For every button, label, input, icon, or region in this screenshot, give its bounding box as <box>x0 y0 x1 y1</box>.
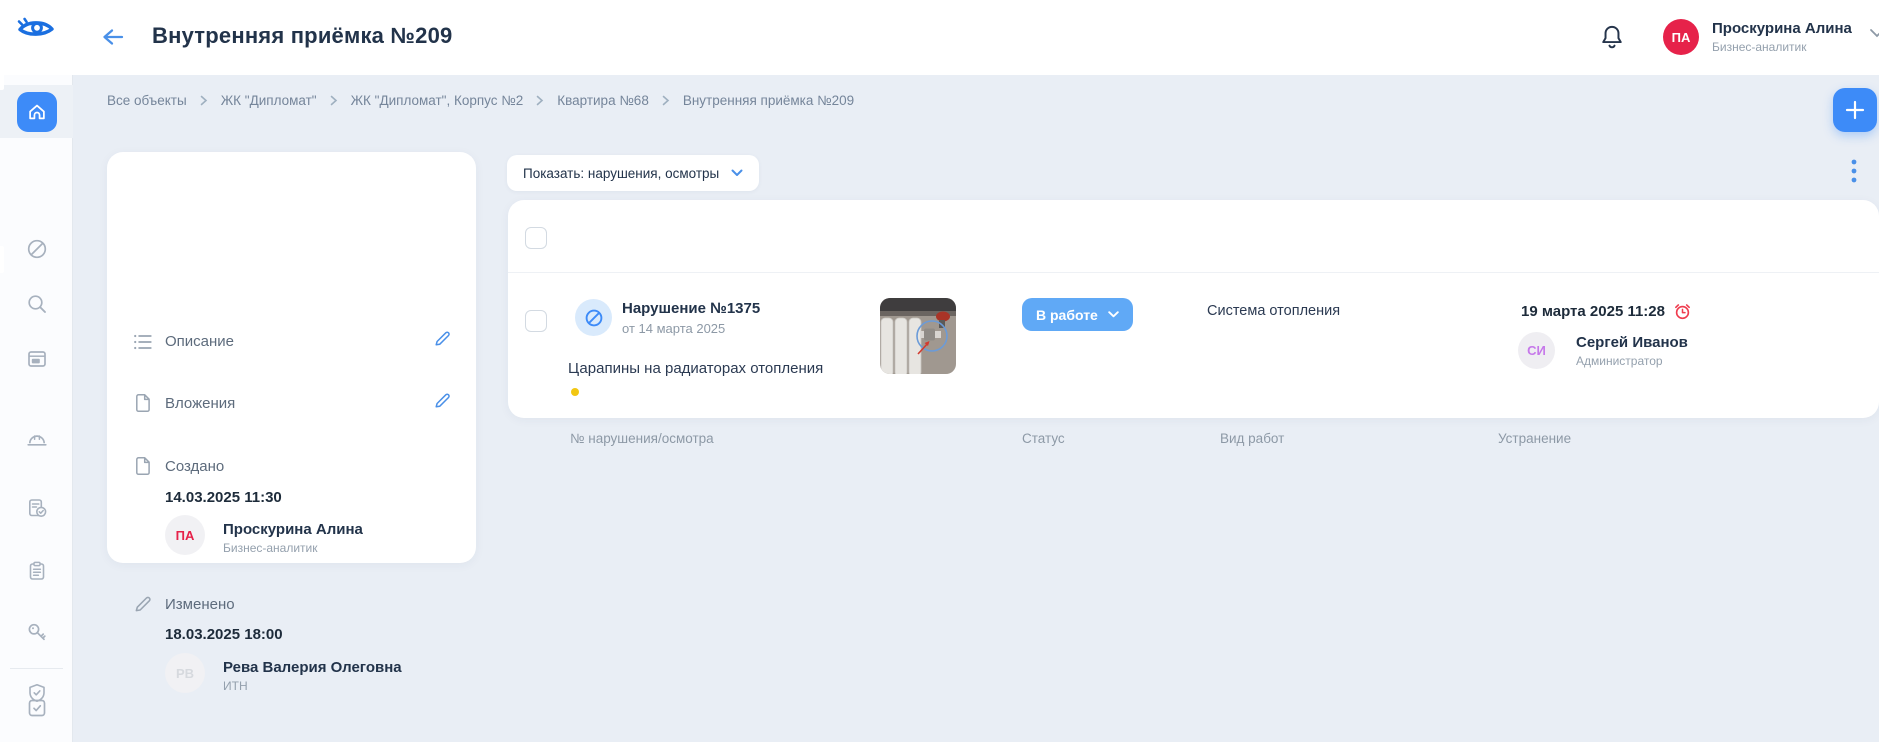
violation-date: от 14 марта 2025 <box>622 321 725 336</box>
sidebar-item-search[interactable] <box>25 292 49 316</box>
violation-photo-thumbnail[interactable] <box>880 298 956 374</box>
page-title: Внутренняя приёмка №209 <box>152 23 452 49</box>
status-dropdown-button[interactable]: В работе <box>1022 298 1133 331</box>
created-by-avatar: ПА <box>165 515 205 555</box>
sidebar-divider <box>10 668 63 669</box>
chevron-right-icon <box>200 96 208 106</box>
sidebar-item-panel[interactable] <box>25 347 49 371</box>
sidebar-item-report-check[interactable] <box>25 496 49 520</box>
user-name: Проскурина Алина <box>1712 20 1852 37</box>
modified-label: Изменено <box>165 596 235 613</box>
info-card: Описание Вложения Создано 14.03.2025 11:… <box>107 152 476 563</box>
user-avatar[interactable]: ПА <box>1663 19 1699 55</box>
edge-artifact <box>0 246 4 273</box>
sidebar-item-violations[interactable] <box>25 237 49 261</box>
notifications-bell-icon[interactable] <box>1598 22 1626 52</box>
select-all-checkbox[interactable] <box>525 227 547 249</box>
resolution-date: 19 марта 2025 11:28 <box>1521 302 1692 321</box>
sidebar <box>0 75 73 742</box>
breadcrumb: Все объекты ЖК "Дипломат" ЖК "Дипломат",… <box>107 93 854 108</box>
sidebar-item-keys[interactable] <box>25 620 49 644</box>
created-date: 14.03.2025 11:30 <box>165 489 282 506</box>
description-label: Описание <box>165 333 234 350</box>
back-button[interactable] <box>100 23 130 51</box>
created-by-role: Бизнес-аналитик <box>223 541 318 555</box>
chevron-right-icon <box>330 96 338 106</box>
user-menu-chevron-icon[interactable] <box>1869 26 1879 40</box>
assignee-avatar: СИ <box>1518 332 1555 369</box>
sidebar-item-clipboard[interactable] <box>25 559 49 583</box>
chevron-right-icon <box>536 96 544 106</box>
column-header-resolution: Устранение <box>1498 431 1571 446</box>
violation-title[interactable]: Нарушение №1375 <box>622 300 760 317</box>
alarm-clock-icon <box>1673 302 1692 321</box>
breadcrumb-item[interactable]: Все объекты <box>107 93 187 108</box>
breadcrumb-item[interactable]: Квартира №68 <box>557 93 649 108</box>
chevron-down-icon <box>731 169 743 177</box>
attachments-label: Вложения <box>165 395 235 412</box>
top-bar: Внутренняя приёмка №209 ПА Проскурина Ал… <box>0 0 1879 75</box>
chevron-down-icon <box>1108 311 1119 318</box>
status-label: В работе <box>1036 307 1098 323</box>
breadcrumb-item-current: Внутренняя приёмка №209 <box>683 93 854 108</box>
file-icon <box>133 393 153 413</box>
list-icon <box>133 332 153 352</box>
column-header-number: № нарушения/осмотра <box>570 431 714 446</box>
chevron-right-icon <box>662 96 670 106</box>
more-options-button[interactable] <box>1846 158 1862 188</box>
assignee-name: Сергей Иванов <box>1576 334 1688 351</box>
work-type-value: Система отопления <box>1207 303 1340 319</box>
created-label: Создано <box>165 458 224 475</box>
sidebar-item-tasks[interactable] <box>25 696 49 720</box>
edge-artifact <box>0 60 4 90</box>
plus-icon <box>1844 99 1866 121</box>
sidebar-item-home[interactable] <box>17 92 57 132</box>
modified-by-name: Рева Валерия Олеговна <box>223 659 402 676</box>
edit-attachments-pencil-icon[interactable] <box>433 391 452 410</box>
filter-label: Показать: нарушения, осмотры <box>523 166 719 181</box>
home-icon <box>26 101 48 123</box>
status-dot-yellow <box>571 388 579 396</box>
pencil-icon <box>133 594 153 614</box>
app-logo-eye-icon[interactable] <box>16 15 56 41</box>
kebab-menu-icon <box>1851 158 1857 186</box>
violations-table: № нарушения/осмотра Статус Вид работ Уст… <box>508 200 1879 418</box>
file-icon <box>133 456 153 476</box>
violation-type-icon <box>575 299 612 336</box>
table-header-divider <box>508 272 1879 273</box>
user-role: Бизнес-аналитик <box>1712 40 1807 54</box>
modified-by-avatar: РВ <box>165 653 205 693</box>
modified-by-role: ИТН <box>223 679 248 693</box>
row-checkbox[interactable] <box>525 310 547 332</box>
created-by-name: Проскурина Алина <box>223 521 363 538</box>
assignee-role: Администратор <box>1576 354 1663 368</box>
edit-description-pencil-icon[interactable] <box>433 329 452 348</box>
add-button[interactable] <box>1833 88 1877 132</box>
modified-date: 18.03.2025 18:00 <box>165 626 283 643</box>
breadcrumb-item[interactable]: ЖК "Дипломат", Корпус №2 <box>351 93 524 108</box>
breadcrumb-item[interactable]: ЖК "Дипломат" <box>221 93 317 108</box>
column-header-worktype: Вид работ <box>1220 431 1284 446</box>
edge-artifact <box>0 13 4 23</box>
show-filter-dropdown[interactable]: Показать: нарушения, осмотры <box>507 155 759 191</box>
violation-description: Царапины на радиаторах отопления <box>568 360 823 377</box>
column-header-status: Статус <box>1022 431 1065 446</box>
sidebar-item-construction[interactable] <box>25 428 49 452</box>
